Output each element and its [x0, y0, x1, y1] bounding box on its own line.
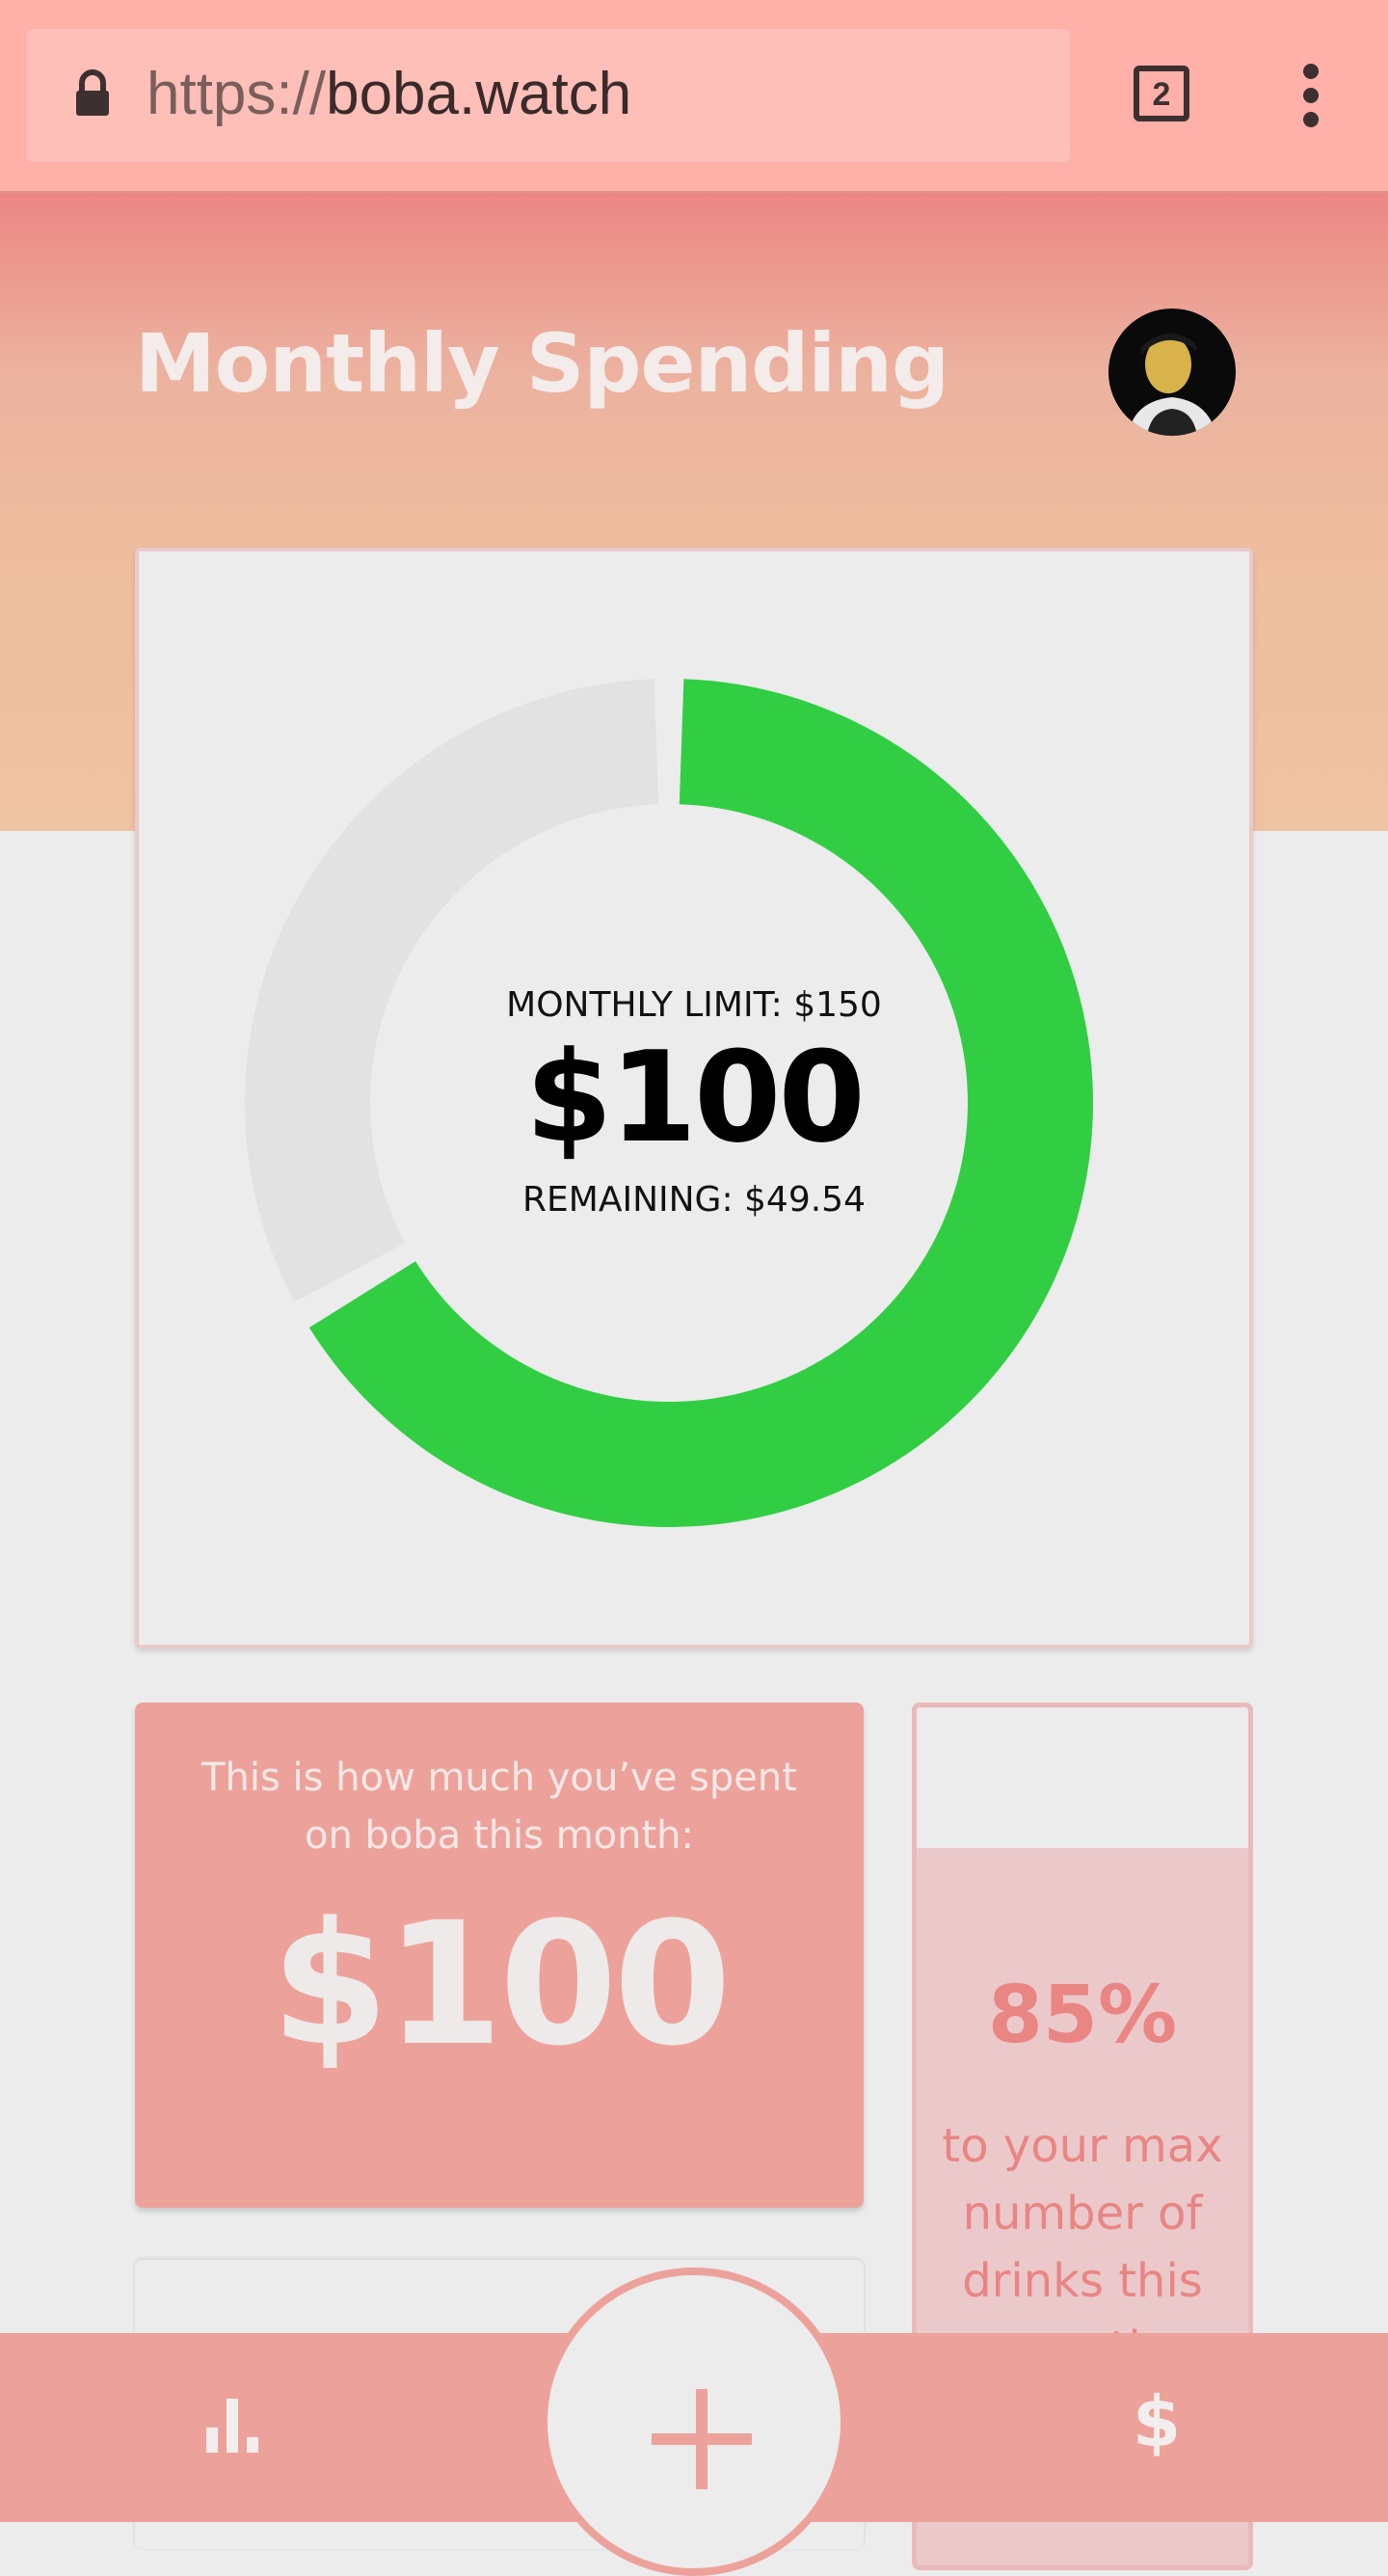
url-host: boba.watch: [326, 61, 632, 127]
add-drink-button[interactable]: [540, 2267, 848, 2576]
spent-summary-value: $100: [271, 1886, 732, 2083]
page-title: Monthly Spending: [135, 316, 949, 411]
drinks-percent: 85%: [987, 1970, 1178, 2061]
address-bar[interactable]: https://boba.watch: [27, 29, 1070, 162]
spending-donut-card: MONTHLY LIMIT: $150 $100 REMAINING: $49.…: [135, 548, 1253, 1649]
drinks-progress-remaining: [917, 1707, 1248, 1848]
browser-toolbar: https://boba.watch 2: [0, 0, 1388, 193]
spent-summary-label: This is how much you’ve spent on boba th…: [201, 1756, 797, 1858]
tabs-icon[interactable]: 2: [1134, 66, 1189, 121]
bar-chart-icon[interactable]: [206, 2399, 258, 2453]
avatar[interactable]: [1108, 309, 1236, 436]
remaining-label: REMAINING: $49.54: [522, 1180, 866, 1220]
url-scheme: https://: [147, 61, 327, 127]
overflow-menu-icon[interactable]: [1292, 64, 1330, 127]
url-text[interactable]: https://boba.watch: [147, 60, 631, 128]
lock-icon: [76, 69, 109, 116]
spent-center-value: $100: [525, 1024, 866, 1170]
dollar-button[interactable]: $: [1126, 2374, 1188, 2470]
spent-summary-card: This is how much you’ve spent on boba th…: [135, 1703, 864, 2208]
monthly-limit-label: MONTHLY LIMIT: $150: [506, 985, 882, 1025]
